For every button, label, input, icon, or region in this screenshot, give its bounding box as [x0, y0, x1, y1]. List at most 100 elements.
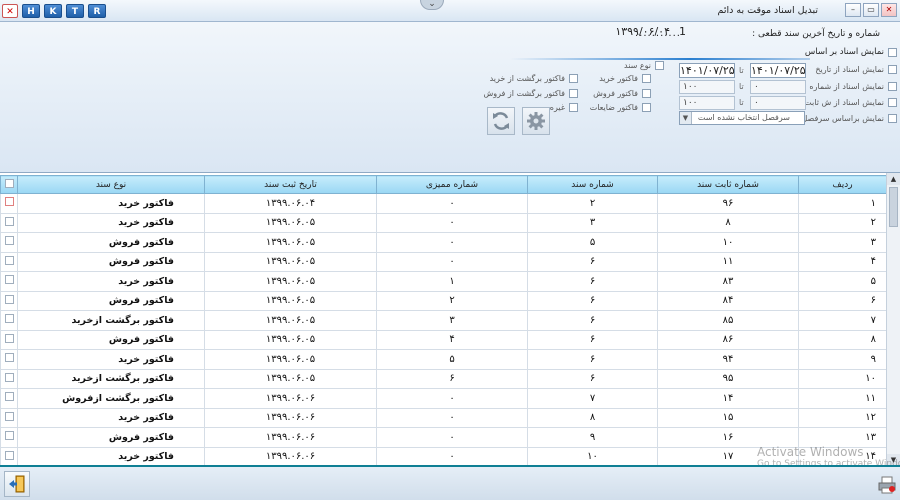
- toolbar-r-button[interactable]: R: [88, 4, 106, 18]
- collapse-chevron-icon[interactable]: ⌄: [420, 0, 444, 10]
- row-checkbox[interactable]: [4, 294, 14, 304]
- vertical-scrollbar[interactable]: ▲ ▼: [886, 173, 900, 466]
- table-row[interactable]: ۱۳ ۱۶ ۹ ۰ ۱۳۹۹.۰۶.۰۶ فاکتور فروش: [0, 427, 887, 448]
- by-heading-checkbox[interactable]: [888, 114, 897, 123]
- title-bar: ✕ H K T R ⌄ تبدیل اسناد موقت به دائم – ▭…: [0, 0, 900, 22]
- table-row[interactable]: ۶ ۸۴ ۶ ۲ ۱۳۹۹.۰۶.۰۵ فاکتور فروش: [0, 290, 887, 311]
- row-checkbox[interactable]: [4, 392, 14, 402]
- show-based-on-row[interactable]: نمایش اسناد بر اساس: [805, 47, 897, 57]
- window-controls: – ▭ ✕: [845, 3, 897, 17]
- doc-type-purchase-return-checkbox[interactable]: [569, 74, 578, 83]
- doc-type-sale-return-checkbox[interactable]: [569, 89, 578, 98]
- table-header-row: ردیف شماره ثابت سند شماره سند شماره ممیز…: [0, 175, 887, 194]
- row-checkbox[interactable]: [4, 372, 14, 382]
- doc-type-sale-checkbox[interactable]: [642, 89, 651, 98]
- restore-icon[interactable]: ▭: [863, 3, 879, 17]
- doc-type-waste-row[interactable]: فاکتور ضایعات: [590, 103, 651, 112]
- table-row[interactable]: ۷ ۸۵ ۶ ۳ ۱۳۹۹.۰۶.۰۵ فاکتور برگشت ازخرید: [0, 310, 887, 331]
- doc-type-purchase-row[interactable]: فاکتور خرید: [599, 74, 651, 83]
- table-row[interactable]: ۵ ۸۳ ۶ ۱ ۱۳۹۹.۰۶.۰۵ فاکتور خرید: [0, 271, 887, 292]
- col-doc-type[interactable]: نوع سند: [17, 175, 205, 194]
- exit-button[interactable]: [4, 471, 30, 497]
- by-heading-row[interactable]: نمایش براساس سرفصل: [801, 114, 897, 123]
- table-row[interactable]: ۱۰ ۹۵ ۶ ۶ ۱۳۹۹.۰۶.۰۵ فاکتور برگشت ازخرید: [0, 368, 887, 389]
- printer-icon: [878, 476, 896, 494]
- date-to-input[interactable]: ۱۴۰۱/۰۷/۲۵: [679, 63, 735, 78]
- bottom-toolbar: [0, 465, 900, 500]
- table-row[interactable]: ۱ ۹۶ ۲ ۰ ۱۳۹۹.۰۶.۰۴ فاکتور خرید: [0, 193, 887, 214]
- close-icon[interactable]: ✕: [881, 3, 897, 17]
- by-date-row[interactable]: نمایش اسناد از تاریخ: [815, 65, 897, 74]
- col-radif[interactable]: ردیف: [798, 175, 887, 194]
- col-fixed-number[interactable]: شماره ثابت سند: [657, 175, 799, 194]
- scroll-thumb[interactable]: [889, 187, 898, 227]
- col-reg-date[interactable]: تاریخ ثبت سند: [204, 175, 377, 194]
- doc-type-purchase-return-row[interactable]: فاکتور برگشت از خرید: [490, 74, 578, 83]
- col-doc-number[interactable]: شماره سند: [527, 175, 658, 194]
- number-to-input[interactable]: ۱۰۰: [679, 80, 735, 94]
- table-row[interactable]: ۸ ۸۶ ۶ ۴ ۱۳۹۹.۰۶.۰۵ فاکتور فروش: [0, 329, 887, 350]
- table-row[interactable]: ۳ ۱۰ ۵ ۰ ۱۳۹۹.۰۶.۰۵ فاکتور فروش: [0, 232, 887, 253]
- row-checkbox[interactable]: [4, 431, 14, 441]
- doc-type-all-checkbox[interactable]: [655, 61, 664, 70]
- gear-icon: [527, 112, 545, 130]
- date-from-input[interactable]: ۱۴۰۱/۰۷/۲۵: [750, 63, 806, 78]
- table-row[interactable]: ۱۲ ۱۵ ۸ ۰ ۱۳۹۹.۰۶.۰۶ فاکتور خرید: [0, 407, 887, 428]
- doc-type-sale-return-label: فاکتور برگشت از فروش: [483, 89, 565, 98]
- number-from-input[interactable]: ۰: [750, 80, 806, 94]
- settings-button[interactable]: [522, 107, 550, 135]
- row-checkbox[interactable]: [4, 255, 14, 265]
- row-checkbox[interactable]: [4, 275, 14, 285]
- by-date-label: نمایش اسناد از تاریخ: [815, 65, 884, 74]
- row-checkbox[interactable]: [4, 236, 14, 246]
- row-checkbox[interactable]: [4, 353, 14, 363]
- refresh-button[interactable]: [487, 107, 515, 135]
- by-fixed-checkbox[interactable]: [888, 98, 897, 107]
- toolbar-t-button[interactable]: T: [66, 4, 84, 18]
- row-checkbox[interactable]: [4, 314, 14, 324]
- table-row[interactable]: ۹ ۹۴ ۶ ۵ ۱۳۹۹.۰۶.۰۵ فاکتور خرید: [0, 349, 887, 370]
- select-all-checkbox[interactable]: [0, 175, 18, 194]
- minimize-icon[interactable]: –: [845, 3, 861, 17]
- refresh-icon: [493, 112, 509, 130]
- dropdown-arrow-icon[interactable]: ▼: [680, 112, 692, 124]
- row-checkbox[interactable]: [4, 450, 14, 460]
- row-checkbox[interactable]: [4, 411, 14, 421]
- by-number-label: نمایش اسناد از شماره: [809, 82, 884, 91]
- toolbar-k-button[interactable]: K: [44, 4, 62, 18]
- heading-select[interactable]: ▼ سرفصل انتخاب نشده است: [679, 111, 805, 125]
- fixed-sep-label: تا: [739, 98, 744, 107]
- window-title: تبدیل اسناد موقت به دائم: [717, 5, 818, 16]
- by-number-row[interactable]: نمایش اسناد از شماره: [809, 82, 897, 91]
- col-audit-number[interactable]: شماره ممیزی: [376, 175, 528, 194]
- fixed-to-input[interactable]: ۱۰۰: [679, 96, 735, 110]
- watermark-line1: Activate Windows: [757, 445, 864, 459]
- doc-type-title-row[interactable]: نوع سند: [624, 61, 664, 70]
- date-sep-label: تا: [739, 66, 744, 75]
- doc-type-other-row[interactable]: غیره: [550, 103, 578, 112]
- fixed-from-input[interactable]: ۰: [750, 96, 806, 110]
- table-row[interactable]: ۱۴ ۱۷ ۱۰ ۰ ۱۳۹۹.۰۶.۰۶ فاکتور خرید: [0, 446, 887, 467]
- show-based-on-checkbox[interactable]: [888, 47, 897, 57]
- table-row[interactable]: ۴ ۱۱ ۶ ۰ ۱۳۹۹.۰۶.۰۵ فاکتور فروش: [0, 251, 887, 272]
- row-checkbox[interactable]: [4, 333, 14, 343]
- doc-type-other-checkbox[interactable]: [569, 103, 578, 112]
- by-fixed-row[interactable]: نمایش اسناد از ش ثابت: [804, 98, 897, 107]
- by-date-checkbox[interactable]: [888, 65, 897, 74]
- row-checkbox[interactable]: [4, 197, 14, 207]
- close-x-icon[interactable]: ✕: [2, 4, 18, 18]
- print-button[interactable]: [876, 473, 898, 497]
- doc-type-sale-row[interactable]: فاکتور فروش: [593, 89, 651, 98]
- table-body: ۱ ۹۶ ۲ ۰ ۱۳۹۹.۰۶.۰۴ فاکتور خرید ۲ ۸ ۳ ۰ ۱۳۹۹.۰۶.۰…: [0, 193, 887, 467]
- doc-type-waste-checkbox[interactable]: [642, 103, 651, 112]
- table-row[interactable]: ۱۱ ۱۴ ۷ ۰ ۱۳۹۹.۰۶.۰۶ فاکتور برگشت ازفروش: [0, 388, 887, 409]
- scroll-up-icon[interactable]: ▲: [887, 173, 900, 185]
- table-row[interactable]: ۲ ۸ ۳ ۰ ۱۳۹۹.۰۶.۰۵ فاکتور خرید: [0, 212, 887, 233]
- by-number-checkbox[interactable]: [888, 82, 897, 91]
- row-checkbox[interactable]: [4, 216, 14, 226]
- toolbar-h-button[interactable]: H: [22, 4, 40, 18]
- doc-type-purchase-checkbox[interactable]: [642, 74, 651, 83]
- number-sep-label: تا: [739, 82, 744, 91]
- divider: [510, 58, 810, 60]
- doc-type-sale-return-row[interactable]: فاکتور برگشت از فروش: [483, 89, 578, 98]
